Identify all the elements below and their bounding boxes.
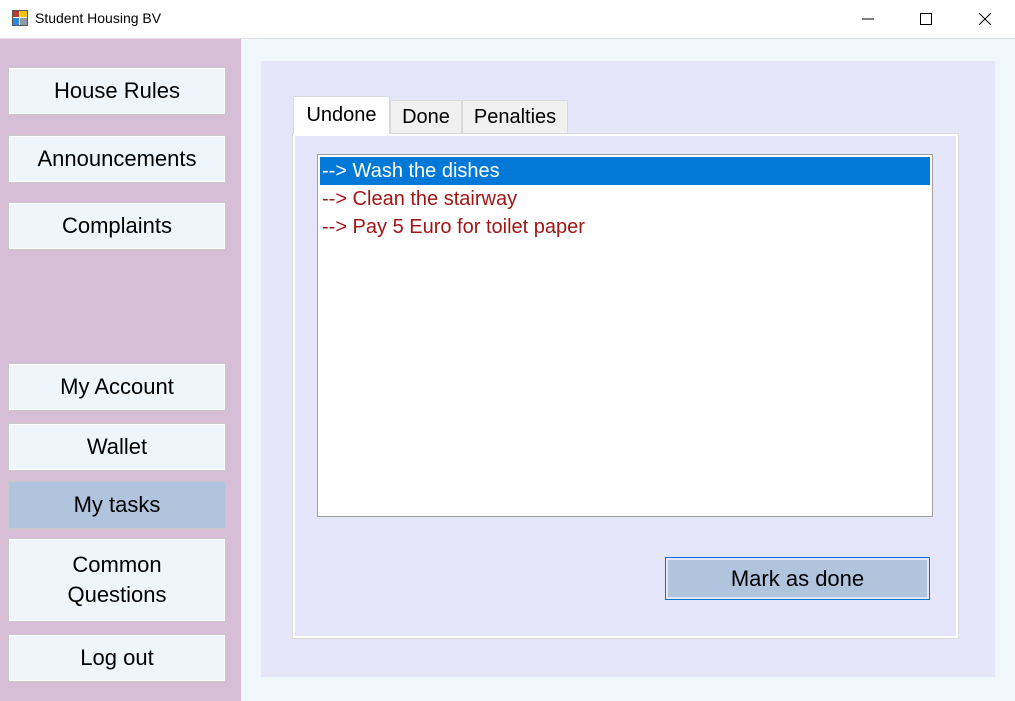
my-tasks-button[interactable]: My tasks <box>8 481 226 529</box>
announcements-button[interactable]: Announcements <box>8 135 226 183</box>
my-account-button[interactable]: My Account <box>8 363 226 411</box>
complaints-button[interactable]: Complaints <box>8 202 226 250</box>
my-tasks-label: My tasks <box>73 492 161 517</box>
list-item[interactable]: --> Clean the stairway <box>320 185 930 213</box>
mark-as-done-label: Mark as done <box>730 565 865 591</box>
common-questions-label-line2: Questions <box>67 582 167 607</box>
tab-penalties-label: Penalties <box>473 105 557 128</box>
maximize-icon <box>920 13 932 25</box>
tab-undone-label: Undone <box>306 104 377 126</box>
task-text: --> Wash the dishes <box>322 160 500 182</box>
close-button[interactable] <box>962 0 1008 38</box>
common-questions-button[interactable]: Common Questions <box>8 538 226 622</box>
window-title: Student Housing BV <box>35 10 162 26</box>
task-list[interactable]: --> Wash the dishes --> Clean the stairw… <box>317 154 933 517</box>
list-item[interactable]: --> Wash the dishes <box>320 157 930 185</box>
list-item[interactable]: --> Pay 5 Euro for toilet paper <box>320 213 930 241</box>
announcements-label: Announcements <box>37 146 197 171</box>
log-out-button[interactable]: Log out <box>8 634 226 682</box>
house-rules-label: House Rules <box>54 78 180 103</box>
tab-done[interactable]: Done <box>390 100 462 133</box>
wallet-label: Wallet <box>86 434 148 459</box>
tab-penalties[interactable]: Penalties <box>462 100 568 133</box>
app-icon <box>12 10 28 26</box>
wallet-button[interactable]: Wallet <box>8 423 226 471</box>
mark-as-done-button[interactable]: Mark as done <box>665 557 930 600</box>
task-text: --> Clean the stairway <box>322 188 518 210</box>
minimize-icon <box>862 18 874 20</box>
tab-undone[interactable]: Undone <box>293 96 390 134</box>
log-out-label: Log out <box>80 645 154 670</box>
close-icon <box>979 13 991 25</box>
complaints-label: Complaints <box>61 213 173 238</box>
tab-done-label: Done <box>402 105 450 128</box>
minimize-button[interactable] <box>845 0 891 38</box>
my-account-label: My Account <box>60 374 174 399</box>
task-text: --> Pay 5 Euro for toilet paper <box>322 216 585 238</box>
house-rules-button[interactable]: House Rules <box>8 67 226 115</box>
maximize-button[interactable] <box>903 0 949 38</box>
common-questions-label-line1: Common <box>72 552 162 577</box>
title-bar: Student Housing BV <box>0 0 1015 39</box>
